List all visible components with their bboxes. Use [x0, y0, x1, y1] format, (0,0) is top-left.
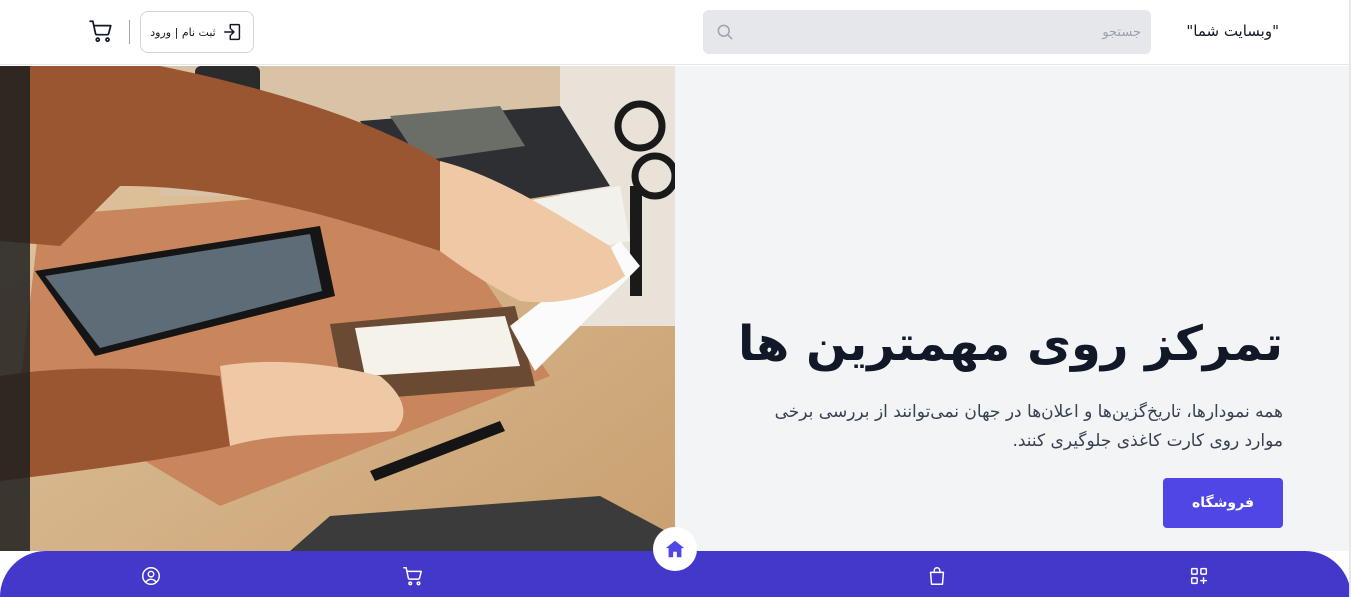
login-icon: [223, 23, 240, 41]
hero-image: [0, 66, 675, 551]
cart-icon: [89, 20, 112, 43]
header: ثبت نام | ورود "وبسایت شما": [0, 0, 1351, 65]
login-register-button[interactable]: ثبت نام | ورود: [140, 11, 254, 53]
hero-photo: [0, 66, 675, 551]
login-register-label: ثبت نام | ورود: [150, 25, 216, 39]
header-divider: [129, 20, 130, 44]
page: ثبت نام | ورود "وبسایت شما": [0, 0, 1351, 597]
nav-cart[interactable]: [400, 563, 426, 589]
hero-title: تمرکز روی مهمترین ها: [738, 316, 1283, 372]
home-icon: [665, 540, 685, 558]
site-brand[interactable]: "وبسایت شما": [1186, 22, 1279, 40]
cart-icon: [403, 567, 422, 586]
search-input[interactable]: [743, 10, 1143, 54]
nav-profile[interactable]: [138, 563, 164, 589]
header-cart-button[interactable]: [86, 16, 116, 46]
nav-shop[interactable]: [924, 563, 950, 589]
search-icon[interactable]: [715, 22, 735, 42]
user-circle-icon: [142, 567, 160, 585]
search-bar: [703, 10, 1151, 54]
grid-plus-icon: [1190, 567, 1208, 585]
nav-home[interactable]: [655, 529, 695, 569]
shopping-bag-icon: [929, 567, 945, 585]
hero-description: همه نمودارها، تاریخ‌گزین‌ها و اعلان‌ها د…: [774, 402, 1283, 451]
nav-categories[interactable]: [1186, 563, 1212, 589]
shop-button[interactable]: فروشگاه: [1163, 478, 1283, 528]
